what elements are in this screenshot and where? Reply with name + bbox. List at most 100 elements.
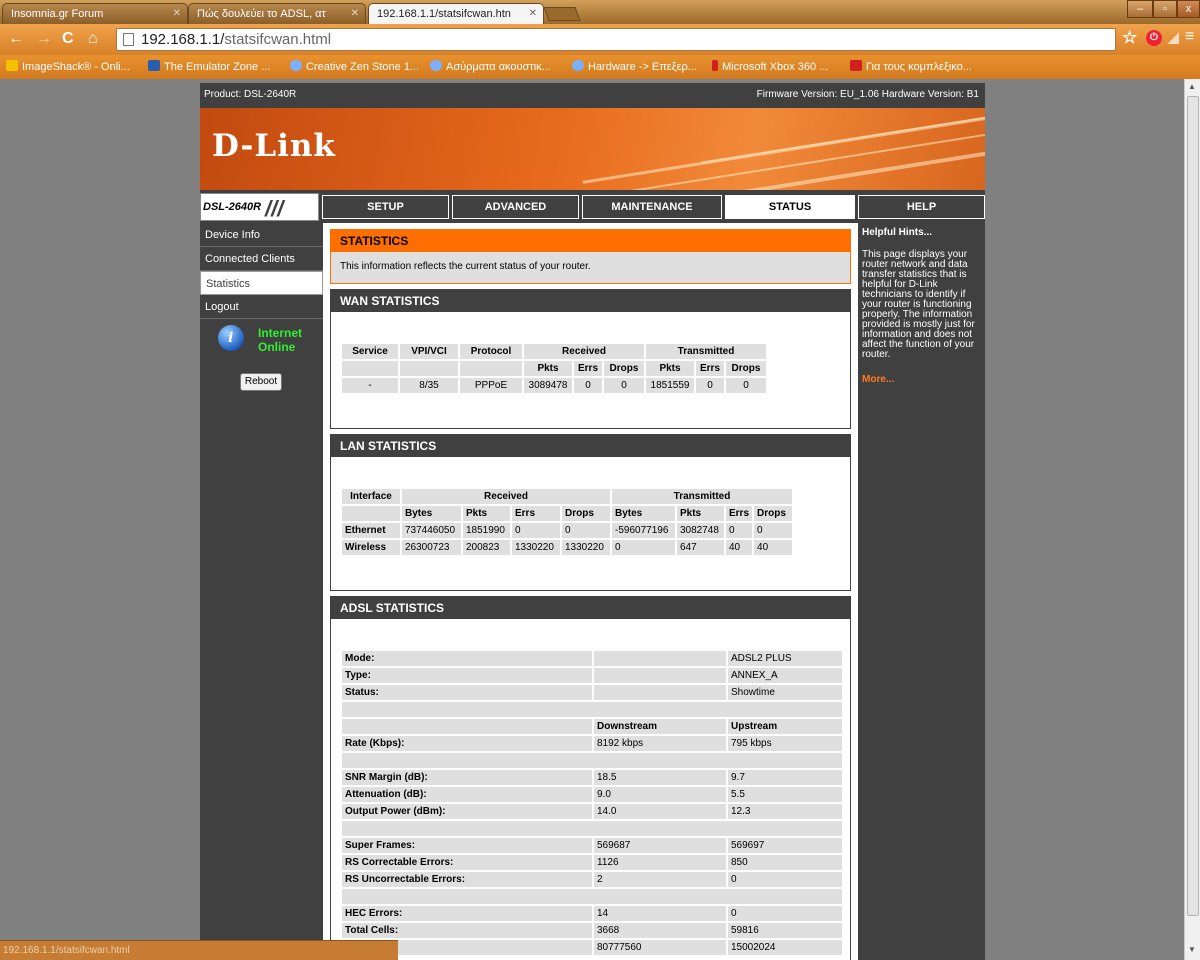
menu-icon[interactable]: ≡ xyxy=(1185,28,1194,46)
table-row: Total Cells: 3668 59816 xyxy=(342,923,842,938)
url-host: 192.168.1.1/ xyxy=(141,31,225,48)
close-window-button[interactable]: x xyxy=(1177,0,1200,18)
lan-section: LAN STATISTICS Interface Received Transm… xyxy=(330,434,851,591)
scrollbar-thumb[interactable] xyxy=(1187,96,1199,916)
close-icon[interactable]: ✕ xyxy=(529,8,537,19)
wan-table: Service VPI/VCI Protocol Received Transm… xyxy=(340,342,768,395)
tab-title: Πώς δουλεύει το ADSL, ατ xyxy=(197,8,326,20)
bookmark-imageshack[interactable]: ImageShack® - Onli... xyxy=(6,60,130,73)
bookmark-label: Creative Zen Stone 1... xyxy=(306,61,420,73)
tab-setup[interactable]: SETUP xyxy=(322,195,449,219)
wan-h-rx-drops: Drops xyxy=(604,361,644,376)
table-row: RS Correctable Errors: 1126 850 xyxy=(342,855,842,870)
vertical-scrollbar[interactable]: ▲ ▼ xyxy=(1184,79,1200,960)
sidebar-item-logout[interactable]: Logout xyxy=(200,295,323,319)
adsl-down: 569687 xyxy=(594,838,726,853)
back-arrow-icon[interactable]: ← xyxy=(8,30,24,48)
helpful-hints: Helpful Hints... This page displays your… xyxy=(858,223,985,960)
tab-help[interactable]: HELP xyxy=(858,195,985,219)
forward-arrow-icon[interactable]: → xyxy=(36,30,52,48)
lan-h-rx-bytes: Bytes xyxy=(402,506,461,521)
adblock-icon[interactable]: ⏻ xyxy=(1146,30,1162,46)
lan-cell: 3082748 xyxy=(677,523,724,538)
lan-h-tx-pkts: Pkts xyxy=(677,506,724,521)
lan-cell: 0 xyxy=(726,523,753,538)
wan-rx-drops: 0 xyxy=(604,378,644,393)
dlink-logo: D-Link xyxy=(212,128,336,164)
scroll-down-icon[interactable]: ▼ xyxy=(1188,945,1196,954)
close-icon[interactable]: ✕ xyxy=(351,8,359,19)
adsl-down: 1126 xyxy=(594,855,726,870)
adsl-label: Rate (Kbps): xyxy=(342,736,592,751)
more-link[interactable]: More... xyxy=(862,374,981,385)
tab-title: Insomnia.gr Forum xyxy=(11,8,104,20)
adsl-down: 18.5 xyxy=(594,770,726,785)
close-icon[interactable]: ✕ xyxy=(173,8,181,19)
reload-icon[interactable]: C xyxy=(62,30,74,48)
lan-title: LAN STATISTICS xyxy=(331,435,850,457)
main-content: STATISTICS This information reflects the… xyxy=(323,223,858,960)
wan-h-tx-drops: Drops xyxy=(726,361,766,376)
lan-cell: 1330220 xyxy=(512,540,560,555)
bookmark-youtube[interactable]: Για τους κομπλεξικο... xyxy=(850,60,972,73)
wan-protocol: PPPoE xyxy=(460,378,522,393)
minimize-button[interactable]: – xyxy=(1127,0,1153,18)
signal-icon[interactable]: ◢ xyxy=(1168,29,1179,46)
bookmark-label: Hardware -> Επεξερ... xyxy=(588,61,697,73)
statistics-desc: This information reflects the current st… xyxy=(331,252,850,283)
bookmark-label: Για τους κομπλεξικο... xyxy=(866,61,972,73)
reboot-button[interactable]: Reboot xyxy=(240,373,282,391)
star-icon[interactable]: ☆ xyxy=(1122,28,1137,48)
adsl-mode: ADSL2 PLUS xyxy=(728,651,842,666)
new-tab-button[interactable] xyxy=(543,7,581,21)
lan-cell: 1330220 xyxy=(562,540,610,555)
url-path: statsifcwan.html xyxy=(224,31,332,48)
bookmark-emulator-zone[interactable]: The Emulator Zone ... xyxy=(148,60,270,73)
adsl-down: 80777560 xyxy=(594,940,726,955)
adsl-status-label: Status: xyxy=(342,685,592,700)
tab-status[interactable]: STATUS xyxy=(725,195,855,219)
lan-cell: 737446050 xyxy=(402,523,461,538)
xbox-icon xyxy=(712,60,718,71)
lan-h-interface: Interface xyxy=(342,489,400,504)
wan-vpivci: 8/35 xyxy=(400,378,458,393)
home-icon[interactable]: ⌂ xyxy=(88,30,98,48)
adsl-h-downstream: Downstream xyxy=(594,719,726,734)
lan-cell: 1851990 xyxy=(463,523,510,538)
maximize-button[interactable]: ▫ xyxy=(1153,0,1177,18)
bookmarks-bar: ImageShack® - Onli... The Emulator Zone … xyxy=(0,55,1200,79)
forum-icon xyxy=(430,60,442,71)
lan-cell: 647 xyxy=(677,540,724,555)
bookmark-hardware[interactable]: Hardware -> Επεξερ... xyxy=(572,60,697,73)
adsl-up: 15002024 xyxy=(728,940,842,955)
tab-advanced[interactable]: ADVANCED xyxy=(452,195,579,219)
internet-globe-icon: i xyxy=(218,325,244,351)
scroll-up-icon[interactable]: ▲ xyxy=(1188,82,1196,91)
address-bar[interactable]: 192.168.1.1/statsifcwan.html xyxy=(116,28,1116,51)
lan-cell: -596077196 xyxy=(612,523,675,538)
adsl-label: RS Uncorrectable Errors: xyxy=(342,872,592,887)
forum-icon xyxy=(572,60,584,71)
sidebar-item-connected-clients[interactable]: Connected Clients xyxy=(200,247,323,271)
firmware-label: Firmware Version: EU_1.06 Hardware Versi… xyxy=(756,89,979,100)
wan-h-vpivci: VPI/VCI xyxy=(400,344,458,359)
page-viewport: Product: DSL-2640R Firmware Version: EU_… xyxy=(0,79,1184,960)
wan-tx-drops: 0 xyxy=(726,378,766,393)
sidebar-item-statistics[interactable]: Statistics xyxy=(200,271,323,295)
adsl-down: 8192 kbps xyxy=(594,736,726,751)
browser-tab-active[interactable]: 192.168.1.1/statsifcwan.htn ✕ xyxy=(368,3,544,24)
tab-title: 192.168.1.1/statsifcwan.htn xyxy=(377,8,511,20)
bookmark-xbox[interactable]: Microsoft Xbox 360 ... xyxy=(712,60,828,73)
bookmark-creative-zen[interactable]: Creative Zen Stone 1... xyxy=(290,60,419,73)
adsl-mode-label: Mode: xyxy=(342,651,592,666)
bookmark-headphones[interactable]: Ασύρματα ακουστικ... xyxy=(430,60,551,73)
wan-title: WAN STATISTICS xyxy=(331,290,850,312)
tab-maintenance[interactable]: MAINTENANCE xyxy=(582,195,722,219)
adsl-status: Showtime xyxy=(728,685,842,700)
browser-tab-adsl[interactable]: Πώς δουλεύει το ADSL, ατ ✕ xyxy=(188,3,366,24)
sidebar: Device Info Connected Clients Statistics… xyxy=(200,223,323,369)
adsl-down: 14 xyxy=(594,906,726,921)
browser-tab-insomnia[interactable]: Insomnia.gr Forum ✕ xyxy=(2,3,188,24)
sidebar-item-device-info[interactable]: Device Info xyxy=(200,223,323,247)
browser-status-bar: 192.168.1.1/statsifcwan.html xyxy=(0,940,398,960)
